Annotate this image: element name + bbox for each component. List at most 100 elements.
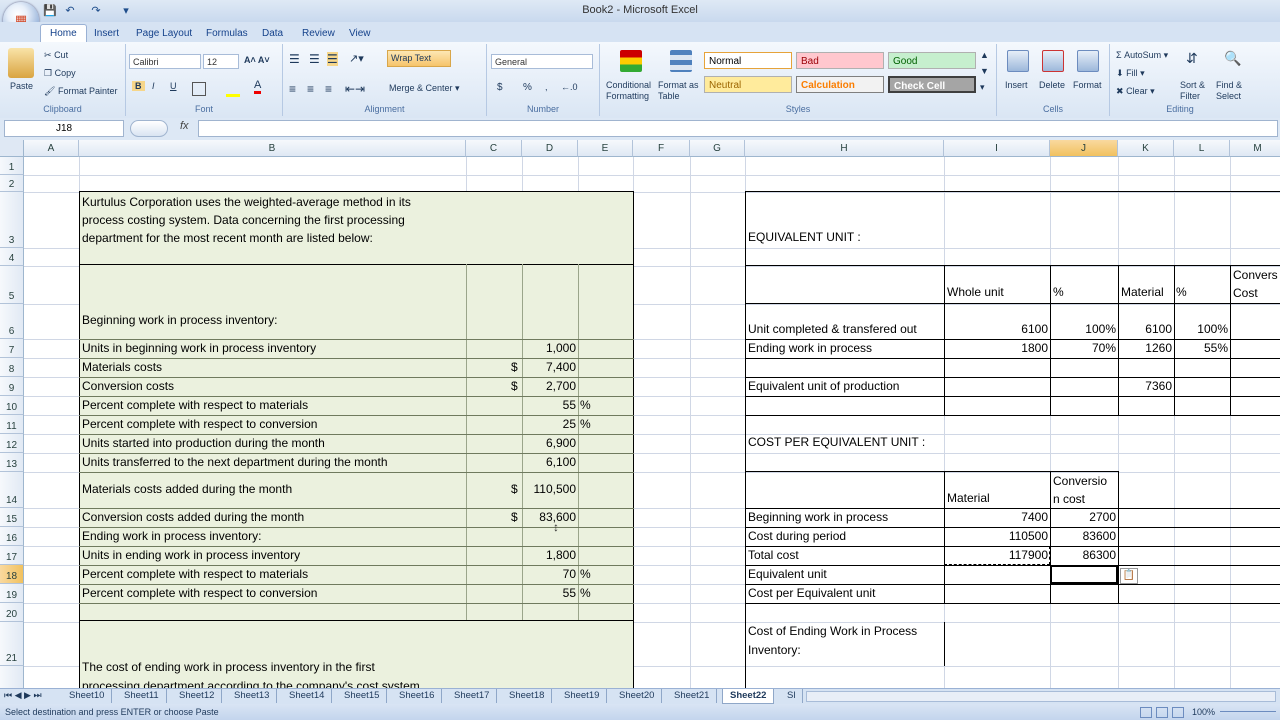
undo-icon[interactable]: ↶ <box>62 3 78 19</box>
percent-icon[interactable]: % <box>523 82 532 93</box>
format-cells-button[interactable]: Format <box>1073 80 1102 90</box>
cell-b11[interactable]: Percent complete with respect to convers… <box>82 417 317 432</box>
cell-d8[interactable]: 7,400 <box>522 360 576 375</box>
sheet-tab-sheet15[interactable]: Sheet15 <box>337 689 388 703</box>
cell-j7[interactable]: 70% <box>1050 341 1116 356</box>
row-header-2[interactable]: 2 <box>0 175 24 192</box>
tab-home[interactable]: Home <box>40 24 87 42</box>
style-neutral[interactable]: Neutral <box>704 76 792 93</box>
cell-m5[interactable]: Convers Cost <box>1233 266 1278 302</box>
cell-e10[interactable]: % <box>580 398 591 413</box>
cell-h6[interactable]: Unit completed & transfered out <box>748 322 917 337</box>
row-header-10[interactable]: 10 <box>0 396 24 415</box>
merge-center-button[interactable]: Merge & Center ▾ <box>389 83 460 94</box>
col-header-b[interactable]: B <box>79 140 466 157</box>
cell-c14[interactable]: $ <box>511 482 518 497</box>
cell-b8[interactable]: Materials costs <box>82 360 162 375</box>
col-header-l[interactable]: L <box>1174 140 1230 157</box>
cell-i7[interactable]: 1800 <box>944 341 1048 356</box>
styles-scroll-up-icon[interactable]: ▲ <box>980 50 989 60</box>
cell-k7[interactable]: 1260 <box>1118 341 1172 356</box>
row-header-18[interactable]: 18 <box>0 565 24 584</box>
cell-b21[interactable]: The cost of ending work in process inven… <box>82 658 420 688</box>
sheet-tab-sheet22[interactable]: Sheet22 <box>722 689 775 704</box>
col-header-i[interactable]: I <box>944 140 1050 157</box>
cell-b9[interactable]: Conversion costs <box>82 379 174 394</box>
cell-h17[interactable]: Total cost <box>748 548 799 563</box>
cell-h18[interactable]: Equivalent unit <box>748 567 827 582</box>
paste-options-icon[interactable]: 📋 <box>1120 568 1138 584</box>
cell-b15[interactable]: Conversion costs added during the month <box>82 510 304 525</box>
cell-h16[interactable]: Cost during period <box>748 529 846 544</box>
cell-d9[interactable]: 2,700 <box>522 379 576 394</box>
font-name-select[interactable]: Calibri <box>129 54 201 69</box>
cell-d18[interactable]: 70 <box>522 567 576 582</box>
cell-b16[interactable]: Ending work in process inventory: <box>82 529 261 544</box>
col-header-g[interactable]: G <box>690 140 745 157</box>
sheet-tab-sheet10[interactable]: Sheet10 <box>62 689 113 703</box>
copy-button[interactable]: ❐ Copy <box>44 68 76 79</box>
format-painter-button[interactable]: 🖌 Format Painter <box>44 86 117 97</box>
align-left-icon[interactable]: ≡ <box>289 82 296 96</box>
sheet-tab-sheet18[interactable]: Sheet18 <box>502 689 553 703</box>
cell-b14[interactable]: Materials costs added during the month <box>82 482 292 497</box>
row-header-21[interactable]: 21 <box>0 622 24 666</box>
orientation-icon[interactable]: ↗▾ <box>349 52 364 65</box>
cell-k9[interactable]: 7360 <box>1118 379 1172 394</box>
cell-d19[interactable]: 55 <box>522 586 576 601</box>
cell-i6[interactable]: 6100 <box>944 322 1048 337</box>
zoom-slider[interactable] <box>1220 711 1276 712</box>
grow-font-icon[interactable]: A˄ A˅ <box>244 55 270 65</box>
page-break-view-icon[interactable] <box>1172 707 1184 718</box>
col-header-e[interactable]: E <box>578 140 633 157</box>
styles-scroll-down-icon[interactable]: ▼ <box>980 66 989 76</box>
tab-formulas[interactable]: Formulas <box>197 25 257 42</box>
cell-i17[interactable]: 117900 <box>944 548 1048 563</box>
cell-e18[interactable]: % <box>580 567 591 582</box>
cell-e19[interactable]: % <box>580 586 591 601</box>
font-color-icon[interactable]: A <box>254 79 262 94</box>
sheet-tab-sheet17[interactable]: Sheet17 <box>447 689 498 703</box>
cell-i14[interactable]: Material <box>947 491 990 506</box>
cell-h3[interactable]: EQUIVALENT UNIT : <box>748 230 861 245</box>
cell-h7[interactable]: Ending work in process <box>748 341 872 356</box>
styles-more-icon[interactable]: ▾ <box>980 82 985 93</box>
tab-review[interactable]: Review <box>293 25 344 42</box>
cell-j17[interactable]: 86300 <box>1050 548 1116 563</box>
col-header-f[interactable]: F <box>633 140 690 157</box>
sort-filter-button[interactable]: Sort & Filter <box>1180 80 1212 102</box>
sheet-tab-sheet21[interactable]: Sheet21 <box>667 689 718 703</box>
row-header-14[interactable]: 14 <box>0 472 24 508</box>
conditional-formatting-button[interactable]: Conditional Formatting <box>606 80 656 102</box>
style-normal[interactable]: Normal <box>704 52 792 69</box>
cell-b19[interactable]: Percent complete with respect to convers… <box>82 586 317 601</box>
cell-i15[interactable]: 7400 <box>944 510 1048 525</box>
sheet-tab-sheet19[interactable]: Sheet19 <box>557 689 608 703</box>
indent-icon[interactable]: ⇤⇥ <box>345 82 365 96</box>
row-header-6[interactable]: 6 <box>0 304 24 339</box>
cell-b6[interactable]: Beginning work in process inventory: <box>82 313 277 328</box>
row-header-22[interactable] <box>0 666 24 688</box>
insert-cells-button[interactable]: Insert <box>1005 80 1028 90</box>
align-right-icon[interactable]: ≡ <box>325 82 332 96</box>
col-header-m[interactable]: M <box>1230 140 1280 157</box>
style-check-cell[interactable]: Check Cell <box>888 76 976 93</box>
horizontal-scrollbar[interactable] <box>806 691 1276 702</box>
cell-l6[interactable]: 100% <box>1174 322 1228 337</box>
cell-k5[interactable]: Material <box>1121 285 1164 300</box>
row-header-19[interactable]: 19 <box>0 584 24 603</box>
save-icon[interactable]: 💾 <box>42 3 58 19</box>
col-header-k[interactable]: K <box>1118 140 1174 157</box>
tab-page-layout[interactable]: Page Layout <box>127 25 201 42</box>
cell-j16[interactable]: 83600 <box>1050 529 1116 544</box>
row-header-11[interactable]: 11 <box>0 415 24 434</box>
row-header-5[interactable]: 5 <box>0 266 24 304</box>
cell-h9[interactable]: Equivalent unit of production <box>748 379 899 394</box>
name-box[interactable]: J18 <box>4 120 124 137</box>
cell-d7[interactable]: 1,000 <box>522 341 576 356</box>
cell-j15[interactable]: 2700 <box>1050 510 1116 525</box>
cell-l7[interactable]: 55% <box>1174 341 1228 356</box>
cell-i16[interactable]: 110500 <box>944 529 1048 544</box>
sheet-tab-sheet13[interactable]: Sheet13 <box>227 689 278 703</box>
bold-icon[interactable]: B <box>132 81 145 91</box>
